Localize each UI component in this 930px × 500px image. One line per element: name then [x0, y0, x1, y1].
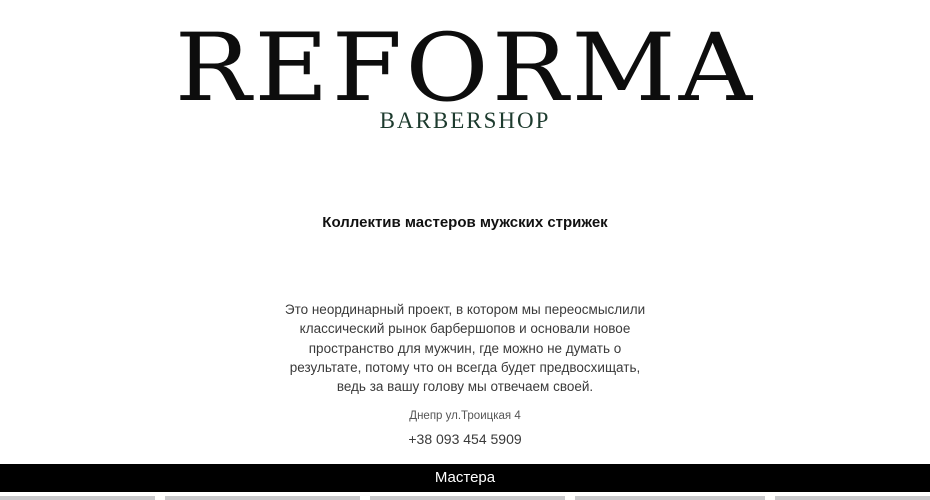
description: Это неординарный проект, в котором мы пе…: [265, 300, 665, 396]
master-photo[interactable]: [370, 496, 565, 500]
tagline: Коллектив мастеров мужских стрижек: [322, 214, 608, 231]
description-line: пространство для мужчин, где можно не ду…: [308, 340, 622, 356]
brand-subtitle: BARBERSHOP: [379, 108, 551, 133]
masters-gallery: [0, 496, 930, 500]
address: Днепр ул.Троицкая 4: [409, 410, 521, 422]
description-line: ведь за вашу голову мы отвечаем своей.: [336, 379, 594, 395]
description-line: результате, потому что он всегда будет п…: [289, 359, 641, 375]
description-line: Это неординарный проект, в котором мы пе…: [284, 302, 646, 317]
master-photo[interactable]: [165, 496, 360, 500]
description-line: классический рынок барбершопов и основал…: [299, 321, 631, 337]
master-photo[interactable]: [575, 496, 765, 500]
masters-section-header[interactable]: Мастера: [0, 464, 930, 492]
master-photo[interactable]: [0, 496, 155, 500]
master-photo[interactable]: [775, 496, 930, 500]
brand-name: REFORMA: [174, 14, 756, 123]
brand-logo: REFORMA: [0, 22, 930, 116]
phone-link[interactable]: +38 093 454 5909: [408, 431, 521, 447]
page: REFORMA BARBERSHOP Коллектив мастеров му…: [0, 0, 930, 500]
phone: +38 093 454 5909: [0, 431, 930, 447]
